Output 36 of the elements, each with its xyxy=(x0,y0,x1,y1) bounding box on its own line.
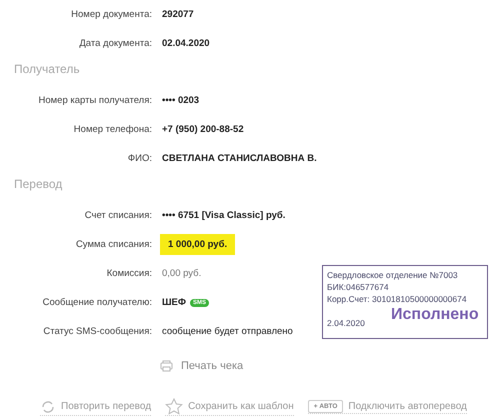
action-label: Подключить автоперевод xyxy=(348,401,467,412)
field-value: •••• 0203 xyxy=(162,95,200,106)
field-value: сообщение будет отправлено xyxy=(162,326,293,337)
printer-icon xyxy=(160,360,173,372)
stamp-text: Корр.Счет: 30101810500000000674 xyxy=(327,293,468,305)
field-label: Номер телефона: xyxy=(72,124,152,135)
field-value: СВЕТЛАНА СТАНИСЛАВОВНА В. xyxy=(162,153,317,164)
field-label: Статус SMS-сообщения: xyxy=(42,326,152,337)
print-label: Печать чека xyxy=(181,360,244,372)
refresh-icon xyxy=(40,398,56,414)
field-value: 292077 xyxy=(162,9,194,20)
field-label: Номер документа: xyxy=(70,9,152,20)
action-label: Повторить перевод xyxy=(61,401,152,412)
action-link[interactable]: Повторить перевод xyxy=(40,398,152,416)
action-label: Сохранить как шаблон xyxy=(188,401,294,412)
stamp-status: Исполнено xyxy=(391,306,479,324)
section-title: Перевод xyxy=(13,176,64,193)
action-link[interactable]: Сохранить как шаблон xyxy=(165,398,294,416)
field-label: Сумма списания: xyxy=(74,239,152,250)
field-label: Дата документа: xyxy=(78,38,152,49)
field-value: +7 (950) 200-88-52 xyxy=(162,124,244,135)
field-value: ШЕФ xyxy=(162,297,186,308)
field-label: Комиссия: xyxy=(106,268,152,279)
stamp-date: 2.04.2020 xyxy=(327,317,366,329)
field-label: Счет списания: xyxy=(84,210,152,221)
field-value: 02.04.2020 xyxy=(162,38,210,49)
field-label: ФИО: xyxy=(126,153,152,164)
amount-highlight: 1 000,00 руб. xyxy=(160,234,236,255)
field-value: •••• 6751 [Visa Classic] руб. xyxy=(162,210,286,221)
star-icon xyxy=(165,398,184,415)
print-receipt-link[interactable]: Печать чека xyxy=(160,356,500,376)
field-label: Номер карты получателя: xyxy=(38,95,152,106)
section-title: Получатель xyxy=(13,61,81,78)
stamp-text: Свердловское отделение №7003 xyxy=(327,269,459,281)
stamp-text: БИК:046577674 xyxy=(327,281,390,293)
field-label: Сообщение получателю: xyxy=(42,297,152,308)
